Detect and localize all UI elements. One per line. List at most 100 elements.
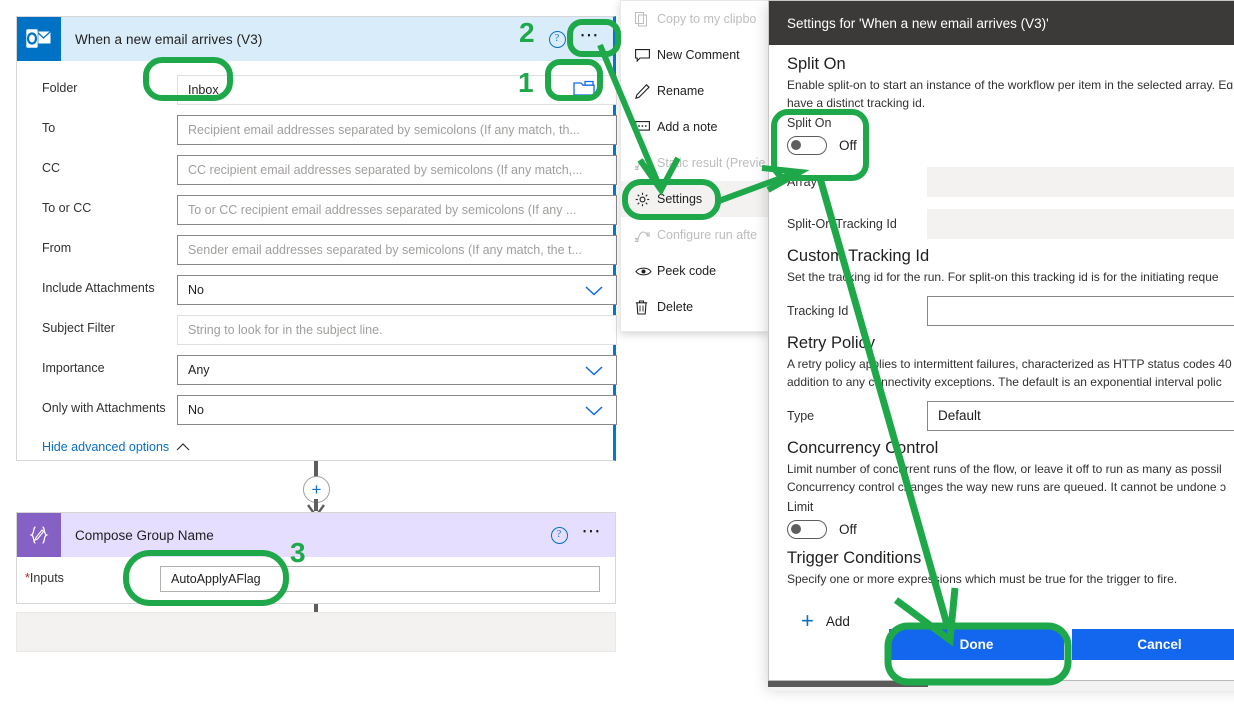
static-icon	[635, 157, 657, 170]
trigger-overflow-menu-icon[interactable]: ⋯	[580, 26, 602, 47]
section-desc-retry-policy-1: A retry policy applies to intermittent f…	[787, 357, 1232, 371]
chevron-down-icon[interactable]	[585, 286, 603, 296]
section-desc-split-on-2: have a distinct tracking id.	[787, 96, 926, 110]
trigger-title: When a new email arrives (V3)	[75, 31, 263, 47]
subject-filter-input[interactable]: String to look for in the subject line.	[177, 315, 617, 345]
eye-icon	[635, 266, 657, 277]
inputs-label-text: Inputs	[29, 571, 64, 585]
field-label: Include Attachments	[42, 281, 155, 295]
section-desc-concurrency-2: Concurrency control changes the way new …	[787, 480, 1226, 494]
gear-icon	[635, 192, 657, 207]
trash-icon	[635, 299, 657, 315]
section-title-trigger-conditions: Trigger Conditions	[787, 549, 922, 567]
help-icon[interactable]: ?	[550, 526, 568, 544]
section-title-custom-tracking-id: Custom Tracking Id	[787, 247, 930, 265]
field-row-to: To Recipient email addresses separated b…	[17, 111, 617, 151]
section-title-concurrency-control: Concurrency Control	[787, 439, 939, 457]
outlook-icon	[17, 17, 61, 61]
horizontal-scrollbar-thumb[interactable]	[768, 681, 928, 687]
settings-dialog-body: Split On Enable split-on to start an ins…	[769, 45, 1234, 630]
compose-card-header[interactable]: Compose Group Name ? ⋯	[17, 513, 615, 557]
split-on-toggle-state: Off	[839, 138, 857, 153]
menu-item-label: Peek code	[657, 264, 717, 278]
from-input[interactable]: Sender email addresses separated by semi…	[177, 235, 617, 265]
concurrency-limit-label: Limit	[787, 500, 814, 514]
field-label: To	[42, 121, 56, 135]
done-button[interactable]: Done	[889, 628, 1064, 660]
importance-select[interactable]: Any	[177, 355, 617, 385]
menu-item-add-a-note[interactable]: Add a note	[621, 109, 769, 145]
retry-type-select[interactable]: Default	[927, 401, 1234, 431]
menu-item-settings[interactable]: Settings	[621, 181, 769, 217]
field-label: Importance	[42, 361, 105, 375]
settings-dialog-title: Settings for 'When a new email arrives (…	[769, 1, 1234, 45]
flow-designer-canvas: When a new email arrives (V3) ? ⋯ Folder…	[0, 0, 640, 711]
field-label: Subject Filter	[42, 321, 115, 335]
note-icon	[635, 121, 657, 133]
settings-dialog[interactable]: Settings for 'When a new email arrives (…	[768, 0, 1234, 685]
help-icon[interactable]: ?	[548, 30, 566, 48]
array-input[interactable]	[927, 167, 1234, 197]
next-action-card-partial	[16, 612, 616, 652]
menu-item-label: Copy to my clipbo	[657, 12, 757, 26]
field-label: Folder	[42, 81, 78, 95]
field-row-from: From Sender email addresses separated by…	[17, 231, 617, 271]
menu-item-copy-to-my-clipboard: Copy to my clipbo	[621, 1, 769, 37]
field-row-subject-filter: Subject Filter String to look for in the…	[17, 311, 617, 351]
compose-overflow-menu-icon[interactable]: ⋯	[582, 522, 604, 543]
cc-input[interactable]: CC recipient email addresses separated b…	[177, 155, 617, 185]
folder-input[interactable]: Inbox	[177, 75, 617, 105]
field-row-only-with-attachments: Only with Attachments No	[17, 391, 617, 431]
menu-item-label: Add a note	[657, 120, 718, 134]
to-or-cc-input[interactable]: To or CC recipient email addresses separ…	[177, 195, 617, 225]
retry-type-label: Type	[787, 409, 815, 423]
menu-item-delete[interactable]: Delete	[621, 289, 769, 325]
section-desc-split-on-1: Enable split-on to start an instance of …	[787, 78, 1234, 92]
tracking-id-input[interactable]	[927, 296, 1234, 326]
compose-title: Compose Group Name	[75, 527, 214, 543]
field-label: CC	[42, 161, 61, 175]
menu-item-label: Static result (Previe	[657, 156, 766, 170]
include-attachments-select[interactable]: No	[177, 275, 617, 305]
menu-item-configure-run-after: Configure run afte	[621, 217, 769, 253]
chevron-up-icon	[176, 440, 190, 454]
concurrency-limit-toggle[interactable]	[787, 520, 827, 539]
menu-item-label: Configure run afte	[657, 228, 758, 242]
array-label: Array	[787, 175, 817, 189]
compose-icon	[17, 513, 61, 557]
field-label: To or CC	[42, 201, 92, 215]
settings-dialog-footer: Done Cancel	[769, 624, 1234, 664]
split-on-toggle-label: Split On	[787, 116, 832, 130]
field-row-include-attachments: Include Attachments No	[17, 271, 617, 311]
field-label: From	[42, 241, 72, 255]
trigger-context-menu[interactable]: Copy to my clipbo New Comment Rename Add…	[620, 0, 770, 332]
inputs-input[interactable]: AutoApplyAFlag	[160, 566, 600, 592]
menu-item-rename[interactable]: Rename	[621, 73, 769, 109]
split-on-tracking-id-label: Split-On Tracking Id	[787, 217, 897, 231]
field-row-to-or-cc: To or CC To or CC recipient email addres…	[17, 191, 617, 231]
to-input[interactable]: Recipient email addresses separated by s…	[177, 115, 617, 145]
only-with-attachments-select[interactable]: No	[177, 395, 617, 425]
trigger-card[interactable]: When a new email arrives (V3) ? ⋯ Folder…	[16, 16, 617, 461]
section-title-split-on: Split On	[787, 55, 846, 73]
chevron-down-icon[interactable]	[585, 366, 603, 376]
trigger-card-header[interactable]: When a new email arrives (V3) ? ⋯	[17, 17, 613, 61]
inputs-label: *Inputs	[25, 571, 64, 585]
split-on-tracking-id-input[interactable]	[927, 209, 1234, 239]
copy-icon	[635, 11, 657, 27]
section-title-retry-policy: Retry Policy	[787, 334, 876, 352]
menu-item-new-comment[interactable]: New Comment	[621, 37, 769, 73]
split-on-toggle[interactable]	[787, 136, 827, 155]
tracking-id-label: Tracking Id	[787, 304, 849, 318]
section-desc-custom-tracking-id: Set the tracking id for the run. For spl…	[787, 270, 1219, 284]
concurrency-limit-toggle-state: Off	[839, 522, 857, 537]
cancel-button[interactable]: Cancel	[1072, 628, 1234, 660]
menu-item-label: Delete	[657, 300, 694, 314]
folder-picker-icon[interactable]	[573, 79, 595, 99]
section-desc-trigger-conditions: Specify one or more expressions which mu…	[787, 572, 1178, 586]
chevron-down-icon[interactable]	[585, 406, 603, 416]
hide-advanced-options-link[interactable]: Hide advanced options	[42, 440, 190, 454]
section-desc-concurrency-1: Limit number of concurrent runs of the f…	[787, 462, 1222, 476]
menu-item-peek-code[interactable]: Peek code	[621, 253, 769, 289]
pencil-icon	[635, 83, 657, 99]
